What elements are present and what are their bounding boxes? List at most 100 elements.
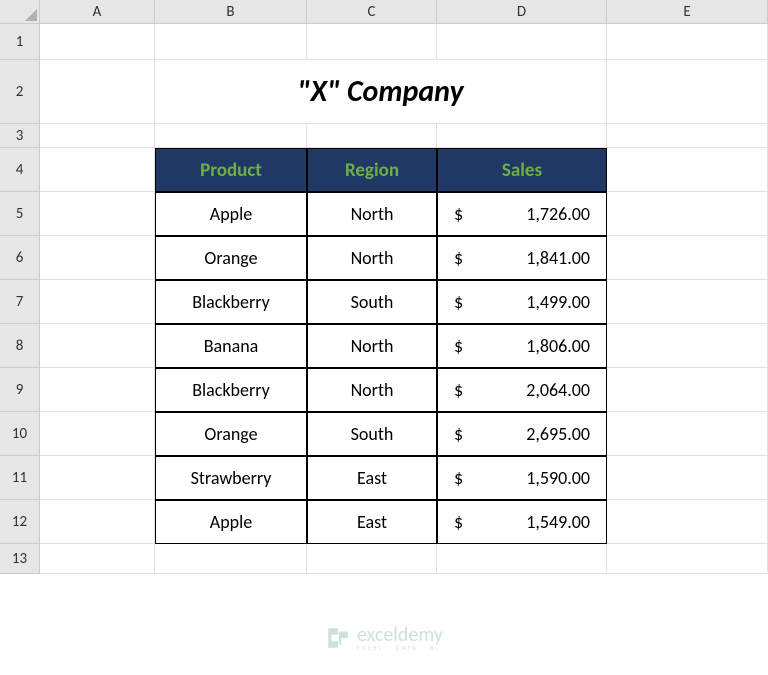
col-header-c[interactable]: C [307,0,437,24]
row-header-7[interactable]: 7 [0,280,40,324]
cell-e6[interactable] [607,236,768,280]
cell-region-6[interactable]: East [307,456,437,500]
cell-a5[interactable] [40,192,155,236]
cell-a3[interactable] [40,124,155,148]
cell-e7[interactable] [607,280,768,324]
cell-e12[interactable] [607,500,768,544]
sales-value: 1,841.00 [526,247,594,269]
cell-region-2[interactable]: South [307,280,437,324]
select-all-corner[interactable] [0,0,40,24]
cell-e10[interactable] [607,412,768,456]
cell-a11[interactable] [40,456,155,500]
row-header-13[interactable]: 13 [0,544,40,574]
cell-a10[interactable] [40,412,155,456]
cell-sales-0[interactable]: $1,726.00 [437,192,607,236]
cell-a9[interactable] [40,368,155,412]
header-region[interactable]: Region [307,148,437,192]
cell-e1[interactable] [607,24,768,60]
cell-a4[interactable] [40,148,155,192]
currency-symbol: $ [450,511,463,533]
cell-c3[interactable] [307,124,437,148]
row-header-12[interactable]: 12 [0,500,40,544]
row-header-5[interactable]: 5 [0,192,40,236]
header-sales[interactable]: Sales [437,148,607,192]
cell-b13[interactable] [155,544,307,574]
col-header-d[interactable]: D [437,0,607,24]
row-header-10[interactable]: 10 [0,412,40,456]
cell-a8[interactable] [40,324,155,368]
col-header-a[interactable]: A [40,0,155,24]
col-header-e[interactable]: E [607,0,768,24]
title-cell[interactable]: "X" Company [155,60,607,124]
cell-d3[interactable] [437,124,607,148]
row-header-8[interactable]: 8 [0,324,40,368]
row-header-1[interactable]: 1 [0,24,40,60]
cell-d1[interactable] [437,24,607,60]
cell-region-4[interactable]: North [307,368,437,412]
cell-c1[interactable] [307,24,437,60]
cell-c13[interactable] [307,544,437,574]
cell-e3[interactable] [607,124,768,148]
row-header-4[interactable]: 4 [0,148,40,192]
cell-e9[interactable] [607,368,768,412]
currency-symbol: $ [450,203,463,225]
sales-value: 1,499.00 [526,291,594,313]
row-header-3[interactable]: 3 [0,124,40,148]
sales-value: 2,064.00 [526,379,594,401]
cell-product-3[interactable]: Banana [155,324,307,368]
exceldemy-icon [325,625,351,651]
cell-product-1[interactable]: Orange [155,236,307,280]
cell-region-5[interactable]: South [307,412,437,456]
watermark-text: exceldemy EXCEL · DATA · BI [357,625,443,651]
cell-b1[interactable] [155,24,307,60]
cell-sales-3[interactable]: $1,806.00 [437,324,607,368]
cell-sales-1[interactable]: $1,841.00 [437,236,607,280]
currency-symbol: $ [450,379,463,401]
cell-b3[interactable] [155,124,307,148]
cell-e4[interactable] [607,148,768,192]
cell-a7[interactable] [40,280,155,324]
cell-a13[interactable] [40,544,155,574]
currency-symbol: $ [450,335,463,357]
cell-region-3[interactable]: North [307,324,437,368]
currency-symbol: $ [450,423,463,445]
cell-e2[interactable] [607,60,768,124]
cell-e13[interactable] [607,544,768,574]
cell-product-2[interactable]: Blackberry [155,280,307,324]
cell-product-4[interactable]: Blackberry [155,368,307,412]
cell-a12[interactable] [40,500,155,544]
cell-e8[interactable] [607,324,768,368]
cell-product-0[interactable]: Apple [155,192,307,236]
cell-a2[interactable] [40,60,155,124]
row-header-2[interactable]: 2 [0,60,40,124]
cell-region-7[interactable]: East [307,500,437,544]
currency-symbol: $ [450,291,463,313]
cell-product-5[interactable]: Orange [155,412,307,456]
sales-value: 1,549.00 [526,511,594,533]
cell-product-7[interactable]: Apple [155,500,307,544]
sales-value: 2,695.00 [526,423,594,445]
cell-a1[interactable] [40,24,155,60]
row-header-9[interactable]: 9 [0,368,40,412]
cell-sales-7[interactable]: $1,549.00 [437,500,607,544]
cell-e5[interactable] [607,192,768,236]
cell-a6[interactable] [40,236,155,280]
cell-sales-2[interactable]: $1,499.00 [437,280,607,324]
cell-sales-4[interactable]: $2,064.00 [437,368,607,412]
row-header-11[interactable]: 11 [0,456,40,500]
header-product[interactable]: Product [155,148,307,192]
cell-product-6[interactable]: Strawberry [155,456,307,500]
cell-e11[interactable] [607,456,768,500]
cell-region-0[interactable]: North [307,192,437,236]
cell-d13[interactable] [437,544,607,574]
watermark-main: exceldemy [357,625,443,645]
watermark: exceldemy EXCEL · DATA · BI [325,625,443,651]
sales-value: 1,726.00 [526,203,594,225]
currency-symbol: $ [450,247,463,269]
col-header-b[interactable]: B [155,0,307,24]
cell-region-1[interactable]: North [307,236,437,280]
cell-sales-6[interactable]: $1,590.00 [437,456,607,500]
spreadsheet-grid: A B C D E 1 2 "X" Company 3 4 Product Re… [0,0,768,574]
row-header-6[interactable]: 6 [0,236,40,280]
cell-sales-5[interactable]: $2,695.00 [437,412,607,456]
